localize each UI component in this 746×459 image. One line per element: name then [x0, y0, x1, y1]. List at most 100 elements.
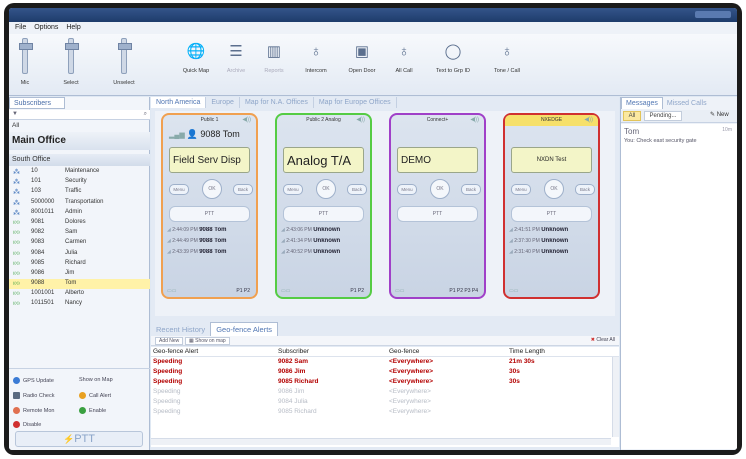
- tab-messages[interactable]: Messages: [621, 97, 663, 109]
- table-row[interactable]: Speeding 9082 Sam <Everywhere> 21m 30s: [151, 357, 619, 367]
- subscriber-row[interactable]: ((•)) 9086 Jim: [9, 269, 150, 279]
- subscriber-row[interactable]: ((•)) 9082 Sam: [9, 228, 150, 238]
- call-history-row[interactable]: ◢ 2:44:49 PM 9088 Tom: [167, 238, 252, 249]
- subscriber-row[interactable]: ⁂ 103 Traffic: [9, 187, 150, 197]
- ptt-button[interactable]: ⚡PTT: [15, 431, 143, 447]
- card-ptt-button[interactable]: PTT: [397, 206, 478, 222]
- menu-file[interactable]: File: [15, 24, 26, 31]
- reports-button[interactable]: ▥ Reports: [257, 38, 291, 74]
- window-controls[interactable]: [695, 11, 731, 18]
- subscriber-row[interactable]: ((•)) 9083 Carmen: [9, 238, 150, 248]
- tab-map-na[interactable]: Map for N.A. Offices: [240, 97, 314, 108]
- subscriber-filter[interactable]: ▼ ⌕: [9, 110, 150, 120]
- tone-call-button[interactable]: ♁ Tone / Call: [485, 38, 529, 75]
- tab-recent-history[interactable]: Recent History: [151, 323, 210, 336]
- call-history-row[interactable]: ◢ 2:37:30 PM Unknown: [509, 238, 594, 249]
- back-button[interactable]: Back: [233, 184, 253, 195]
- mic-slider-track[interactable]: [19, 38, 33, 74]
- subscriber-row[interactable]: ((•)) 9081 Dolores: [9, 218, 150, 228]
- table-row[interactable]: Speeding 9086 Jim <Everywhere>: [151, 387, 619, 397]
- menu-button[interactable]: Menu: [283, 184, 303, 195]
- col-subscriber[interactable]: Subscriber: [278, 348, 309, 355]
- group-south-office[interactable]: South Office: [9, 154, 150, 166]
- radio-check-button[interactable]: Radio Check: [13, 392, 55, 399]
- table-row[interactable]: Speeding 9085 Richard <Everywhere>: [151, 407, 619, 417]
- col-alert[interactable]: Geo-fence Alert: [153, 348, 198, 355]
- horizontal-scrollbar[interactable]: [151, 438, 611, 445]
- call-history-row[interactable]: ◢ 2:31:40 PM Unknown: [509, 249, 594, 260]
- ok-button[interactable]: OK: [202, 179, 222, 199]
- volume-icon[interactable]: ◀)): [470, 116, 479, 123]
- add-new-button[interactable]: Add New: [155, 337, 184, 345]
- tab-subscribers[interactable]: Subscribers: [9, 97, 65, 109]
- volume-icon[interactable]: ◀)): [242, 116, 251, 123]
- back-button[interactable]: Back: [347, 184, 367, 195]
- subscriber-row[interactable]: ⁂ 10 Maintenance: [9, 167, 150, 177]
- subscriber-row[interactable]: ((•)) 9085 Richard: [9, 259, 150, 269]
- all-call-button[interactable]: ♁ All Call: [387, 38, 421, 75]
- call-history-row[interactable]: ◢ 2:40:52 PM Unknown: [281, 249, 366, 260]
- subscriber-row[interactable]: ((•)) 9084 Julia: [9, 249, 150, 259]
- table-row[interactable]: Speeding 9086 Jim <Everywhere> 30s: [151, 367, 619, 377]
- card-ptt-button[interactable]: PTT: [283, 206, 364, 222]
- enable-button[interactable]: Enable: [79, 407, 106, 414]
- unselect-slider-track[interactable]: [118, 38, 132, 74]
- tab-geofence-alerts[interactable]: Geo-fence Alerts: [210, 322, 279, 336]
- channel-card[interactable]: Connect+ ◀)) DEMO Menu OK Back PTT ▭▭ P1 P2 P3 P…: [389, 113, 486, 299]
- back-button[interactable]: Back: [461, 184, 481, 195]
- subscriber-row[interactable]: ((•)) 9088 Tom: [9, 279, 150, 290]
- subscriber-row[interactable]: ((•)) 1011501 Nancy: [9, 299, 150, 309]
- remote-mon-button[interactable]: Remote Mon: [13, 407, 55, 414]
- intercom-button[interactable]: ♁ Intercom: [299, 38, 333, 75]
- subscriber-row[interactable]: ⁂ 5000000 Transportation: [9, 198, 150, 208]
- call-history-row[interactable]: ◢ 2:44:09 PM 9088 Tom: [167, 227, 252, 238]
- tab-missed-calls[interactable]: Missed Calls: [663, 98, 711, 109]
- unselect-slider[interactable]: Unselect: [107, 38, 141, 86]
- menu-help[interactable]: Help: [66, 24, 80, 31]
- text-to-grp-button[interactable]: ◯ Text to Grp ID: [427, 38, 479, 74]
- archive-button[interactable]: ☰ Archive: [219, 38, 253, 74]
- disable-button[interactable]: Disable: [13, 421, 41, 428]
- quick-map-button[interactable]: 🌐 Quick Map: [177, 38, 215, 74]
- tab-north-america[interactable]: North America: [151, 97, 207, 108]
- call-history-row[interactable]: ◢ 2:43:39 PM 9088 Tom: [167, 249, 252, 260]
- call-alert-button[interactable]: Call Alert: [79, 392, 111, 399]
- subscriber-row[interactable]: ⁂ 8001011 Admin: [9, 208, 150, 218]
- ok-button[interactable]: OK: [430, 179, 450, 199]
- subscriber-row[interactable]: ⁂ 101 Security: [9, 177, 150, 187]
- volume-icon[interactable]: ◀)): [584, 116, 593, 123]
- group-main-office[interactable]: Main Office: [9, 132, 150, 150]
- show-on-map-alert-button[interactable]: ▦ Show on map: [185, 337, 230, 345]
- call-history-row[interactable]: ◢ 2:41:34 PM Unknown: [281, 238, 366, 249]
- menu-button[interactable]: Menu: [397, 184, 417, 195]
- volume-icon[interactable]: ◀)): [356, 116, 365, 123]
- col-geofence[interactable]: Geo-fence: [389, 348, 419, 355]
- col-time-length[interactable]: Time Length: [509, 348, 545, 355]
- menu-button[interactable]: Menu: [169, 184, 189, 195]
- select-slider-track[interactable]: [65, 38, 79, 74]
- ok-button[interactable]: OK: [544, 179, 564, 199]
- channel-card[interactable]: Public 2 Analog ◀)) Analog T/A Menu OK Back PT…: [275, 113, 372, 299]
- new-message-button[interactable]: ✎ New: [710, 111, 729, 118]
- clear-all-button[interactable]: ✖ Clear All: [591, 337, 615, 343]
- table-row[interactable]: Speeding 9084 Julia <Everywhere>: [151, 397, 619, 407]
- subscriber-row[interactable]: ((•)) 1001001 Alberto: [9, 289, 150, 299]
- tab-europe[interactable]: Europe: [206, 97, 240, 108]
- table-row[interactable]: Speeding 9085 Richard <Everywhere> 30s: [151, 377, 619, 387]
- open-door-button[interactable]: ▣ Open Door: [343, 38, 381, 74]
- mic-slider[interactable]: Mic: [13, 38, 37, 86]
- show-on-map-button[interactable]: Show on Map: [79, 377, 113, 383]
- call-history-row[interactable]: ◢ 2:41:51 PM Unknown: [509, 227, 594, 238]
- call-history-row[interactable]: ◢ 2:43:06 PM Unknown: [281, 227, 366, 238]
- group-all[interactable]: All: [9, 121, 150, 131]
- tab-map-europe[interactable]: Map for Europe Offices: [314, 97, 397, 108]
- channel-card[interactable]: NXEDGE ◀)) NXDN Test Menu OK Back PTT ◢ 2:41:51…: [503, 113, 600, 299]
- card-ptt-button[interactable]: PTT: [169, 206, 250, 222]
- card-ptt-button[interactable]: PTT: [511, 206, 592, 222]
- back-button[interactable]: Back: [575, 184, 595, 195]
- menu-button[interactable]: Menu: [511, 184, 531, 195]
- menu-options[interactable]: Options: [34, 24, 58, 31]
- filter-all-button[interactable]: All: [623, 111, 641, 121]
- vertical-scrollbar[interactable]: [612, 357, 619, 437]
- ok-button[interactable]: OK: [316, 179, 336, 199]
